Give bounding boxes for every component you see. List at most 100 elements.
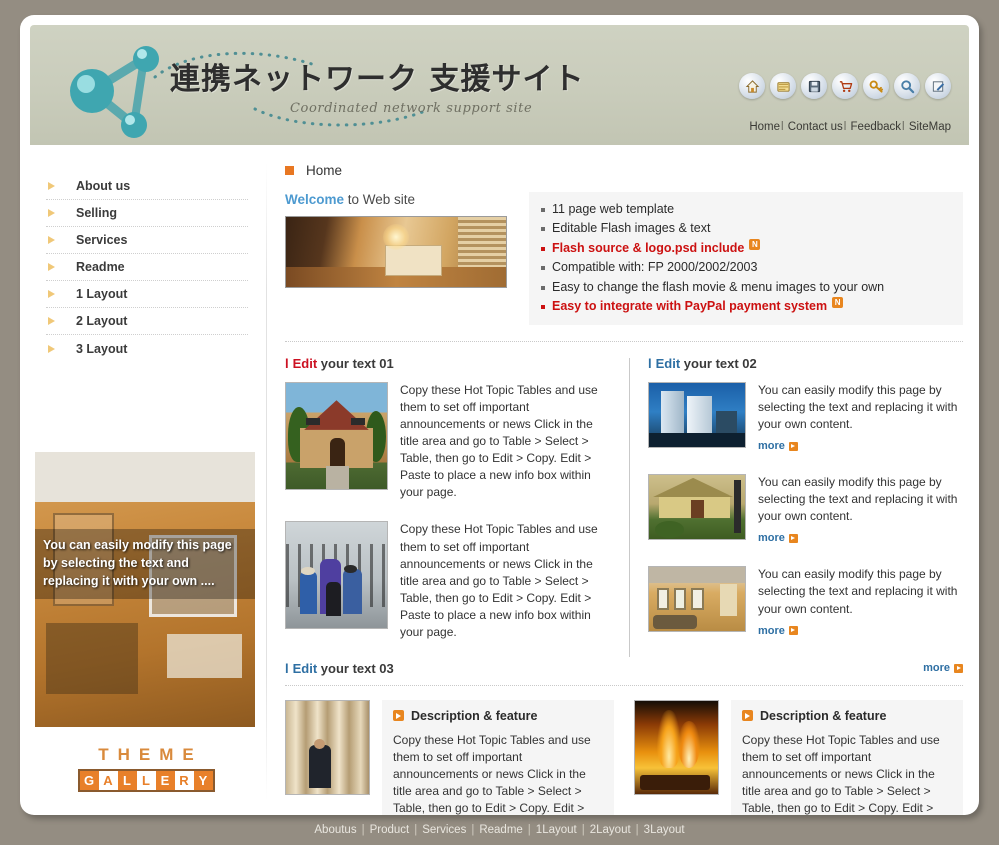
link-separator-1: l (781, 121, 784, 133)
bullet-icon (541, 246, 545, 251)
new-badge-icon: N (832, 296, 844, 308)
bullet-icon (541, 227, 545, 232)
brick-house-thumbnail[interactable] (285, 382, 388, 491)
sidebar-item-about-us[interactable]: About us (46, 173, 248, 200)
gallery-letter: Y (193, 771, 213, 790)
gallery-blocks: G A L L E R Y (77, 769, 215, 792)
more-link[interactable]: more (758, 532, 798, 544)
footer-link-readme[interactable]: Readme (479, 824, 522, 836)
sidebar-item-2-layout[interactable]: 2 Layout (46, 308, 248, 335)
more-label: more (758, 440, 785, 453)
chevron-right-icon (46, 316, 56, 326)
breadcrumb: Home (285, 163, 963, 178)
home-icon[interactable] (739, 73, 765, 99)
chevron-right-icon (46, 235, 56, 245)
thumb-sofa (652, 614, 697, 629)
link-separator-2: l (843, 121, 847, 133)
key-icon[interactable] (863, 73, 889, 99)
feature-item: Compatible with: FP 2000/2002/2003 (541, 258, 953, 277)
footer-link-services[interactable]: Services (422, 824, 466, 836)
thumb-bush (654, 521, 684, 539)
arrow-right-icon (788, 441, 798, 451)
feature-text: Editable Flash images & text (552, 221, 711, 236)
gallery-letter: L (117, 771, 137, 790)
thumb-person (342, 569, 362, 614)
sidebar-item-services[interactable]: Services (46, 227, 248, 254)
thumb-door (330, 438, 345, 469)
section-03-cards: Description & feature Copy these Hot Top… (285, 699, 963, 815)
thumb-artwork (656, 587, 670, 610)
footer-separator: | (361, 824, 365, 836)
header-link-contact-us[interactable]: Contact us (788, 121, 843, 133)
header-link-home[interactable]: Home (749, 121, 780, 133)
title-rest: your text 03 (317, 660, 394, 676)
chevron-right-icon (46, 208, 56, 218)
header-link-sitemap[interactable]: SiteMap (909, 121, 951, 133)
thumb-lamp (720, 584, 738, 617)
card-title: Description & feature (411, 708, 538, 723)
footer-link-3layout[interactable]: 3Layout (644, 824, 685, 836)
mail-folder-icon[interactable] (770, 73, 796, 99)
feature-text: 11 page web template (552, 202, 675, 216)
chevron-right-icon (46, 289, 56, 299)
section-02-item: You can easily modify this page by selec… (648, 382, 963, 454)
card-title-row: Description & feature (742, 709, 952, 723)
image-lamp (382, 224, 409, 250)
footer-link-1layout[interactable]: 1Layout (536, 824, 577, 836)
footer-separator: | (581, 824, 585, 836)
footer-link-2layout[interactable]: 2Layout (590, 824, 631, 836)
bullet-icon (541, 285, 545, 290)
section-03-more-link[interactable]: more (923, 662, 963, 674)
yellow-cottage-thumbnail[interactable] (648, 474, 746, 541)
promo-caption: You can easily modify this page by selec… (43, 538, 232, 589)
footer-link-aboutus[interactable]: Aboutus (314, 824, 356, 836)
feature-text: Easy to change the flash movie & menu im… (552, 279, 885, 294)
more-link[interactable]: more (758, 625, 798, 637)
more-link[interactable]: more (758, 440, 798, 452)
title-highlight: Edit (292, 660, 318, 676)
thumb-person (309, 745, 331, 789)
sidebar-item-3-layout[interactable]: 3 Layout (46, 335, 248, 362)
section-02-item-body: You can easily modify this page by selec… (758, 566, 963, 638)
footer-link-product[interactable]: Product (370, 824, 410, 836)
footer-separator: | (414, 824, 418, 836)
theme-text: THEME (98, 745, 203, 764)
bullet-icon (541, 208, 545, 212)
sidebar-item-label: About us (76, 179, 131, 193)
card-text: Copy these Hot Topic Tables and use them… (742, 732, 940, 815)
sidebar-item-1-layout[interactable]: 1 Layout (46, 281, 248, 308)
section-divider (285, 341, 963, 343)
theme-gallery-logo[interactable]: THEME G A L L E R Y (30, 745, 262, 792)
sidebar-item-label: 1 Layout (76, 287, 128, 301)
promo-frame-4 (167, 633, 242, 678)
sidebar-item-label: Selling (76, 206, 117, 220)
thumb-window (350, 418, 365, 425)
thumb-person (300, 571, 318, 614)
card-text: Copy these Hot Topic Tables and use them… (393, 732, 591, 815)
site-title: 連携ネットワーク 支援サイト (170, 62, 585, 97)
sidebar-item-selling[interactable]: Selling (46, 200, 248, 227)
bullet-icon (541, 304, 545, 309)
thumb-ceiling (649, 567, 745, 583)
link-separator-3: l (902, 121, 905, 133)
save-disk-icon[interactable] (801, 73, 827, 99)
thumb-flame (678, 721, 700, 768)
main-content: Home Welcome to Web site 11 page web tem… (267, 145, 979, 815)
section-01-item-text: Copy these Hot Topic Tables and use them… (400, 522, 598, 639)
fire-flames-thumbnail[interactable] (634, 699, 719, 795)
office-towers-thumbnail[interactable] (648, 382, 746, 449)
two-column-area: l Edit your text 01 Copy these Hot Topic… (285, 356, 963, 660)
living-room-thumbnail[interactable] (648, 566, 746, 633)
family-portrait-thumbnail[interactable] (285, 521, 388, 630)
feature-item: Editable Flash images & text (541, 219, 953, 238)
thumb-path (326, 465, 349, 490)
section-02-item-text: You can easily modify this page by selec… (758, 475, 958, 524)
edit-pencil-icon[interactable] (925, 73, 951, 99)
sidebar-item-readme[interactable]: Readme (46, 254, 248, 281)
header-link-feedback[interactable]: Feedback (851, 121, 902, 133)
chevron-right-icon (46, 181, 56, 191)
shopping-cart-icon[interactable] (832, 73, 858, 99)
thumb-artwork (691, 587, 704, 610)
businessman-columns-thumbnail[interactable] (285, 699, 370, 795)
search-icon[interactable] (894, 73, 920, 99)
